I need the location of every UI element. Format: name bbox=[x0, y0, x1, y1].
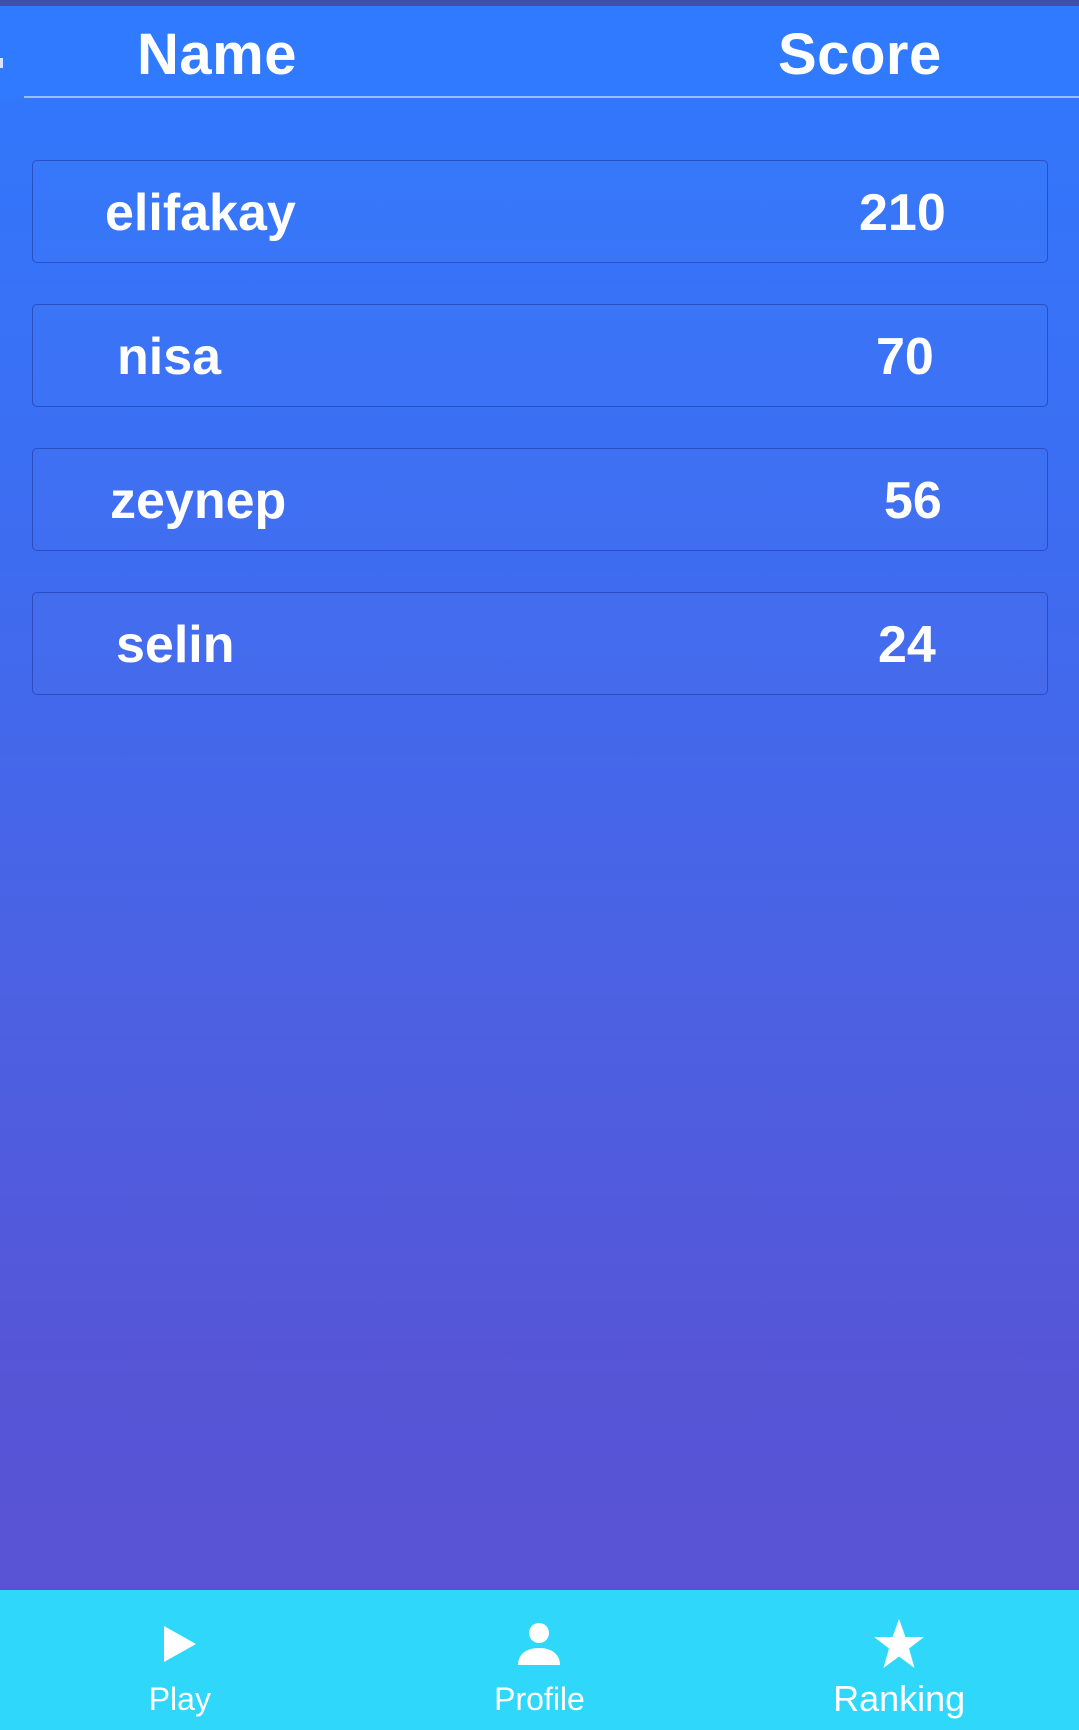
edge-mark bbox=[0, 58, 3, 68]
nav-play-label: Play bbox=[148, 1681, 211, 1717]
nav-ranking-label: Ranking bbox=[833, 1678, 966, 1719]
play-icon bbox=[162, 1620, 198, 1668]
nav-profile-label: Profile bbox=[494, 1681, 585, 1717]
table-header: Name Score bbox=[0, 6, 1079, 97]
ranking-row[interactable]: elifakay 210 bbox=[32, 160, 1048, 263]
name-column-header: Name bbox=[137, 22, 297, 87]
player-score: 210 bbox=[859, 184, 946, 242]
ranking-list: elifakay 210 nisa 70 zeynep 56 selin 24 bbox=[32, 160, 1048, 736]
nav-ranking[interactable]: Ranking bbox=[719, 1590, 1079, 1730]
person-icon bbox=[516, 1620, 562, 1668]
bottom-navigation: Play Profile Ranking bbox=[0, 1590, 1079, 1730]
player-name: zeynep bbox=[110, 472, 287, 530]
player-score: 70 bbox=[876, 328, 934, 386]
star-icon bbox=[872, 1619, 926, 1668]
nav-profile[interactable]: Profile bbox=[360, 1590, 720, 1730]
player-name: elifakay bbox=[105, 184, 296, 242]
nav-play[interactable]: Play bbox=[0, 1590, 360, 1730]
ranking-row[interactable]: zeynep 56 bbox=[32, 448, 1048, 551]
ranking-row[interactable]: nisa 70 bbox=[32, 304, 1048, 407]
player-name: nisa bbox=[117, 328, 222, 386]
header-divider bbox=[24, 96, 1079, 98]
score-column-header: Score bbox=[778, 22, 942, 87]
player-score: 24 bbox=[878, 616, 936, 674]
player-score: 56 bbox=[884, 472, 942, 530]
ranking-row[interactable]: selin 24 bbox=[32, 592, 1048, 695]
player-name: selin bbox=[116, 616, 235, 674]
